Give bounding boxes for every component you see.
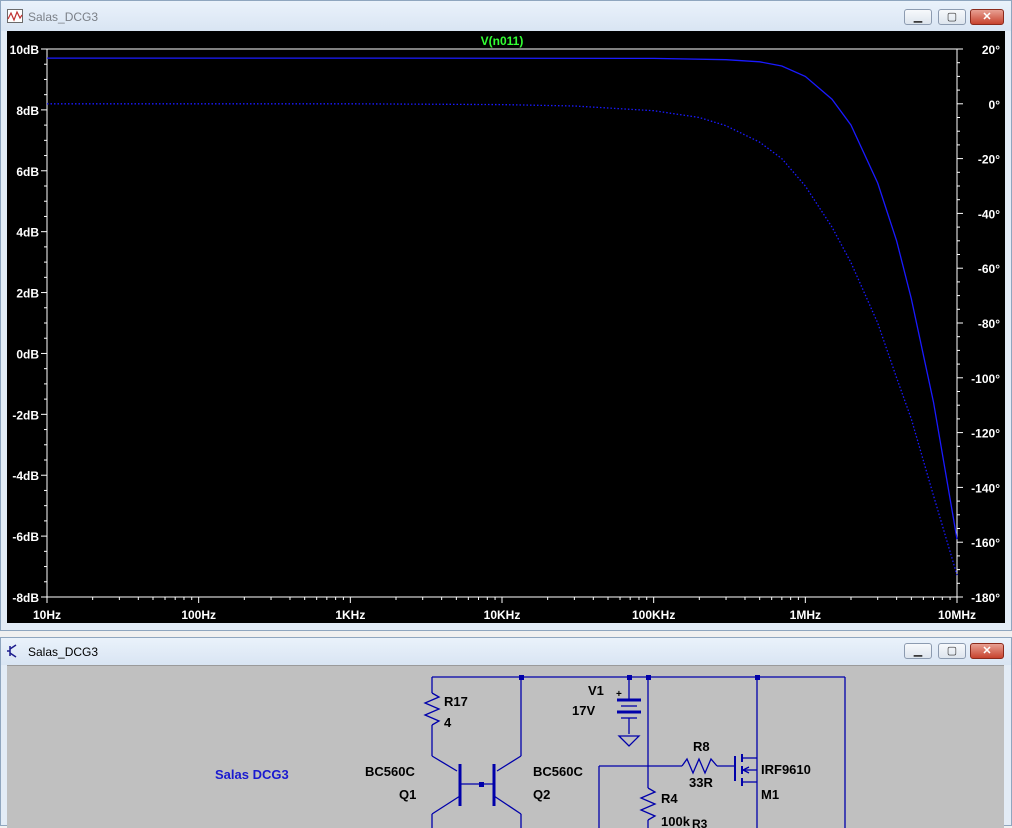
- r17-value[interactable]: 4: [444, 715, 452, 730]
- y-right-tick-label: -180°: [971, 591, 1000, 605]
- x-tick-label: 100KHz: [632, 608, 675, 622]
- phase-trace[interactable]: [47, 103, 958, 576]
- y-right-tick-label: -80°: [978, 317, 1000, 331]
- y-left-tick-label: 0dB: [16, 347, 39, 361]
- plot-titlebar[interactable]: Salas_DCG3 ▁ ▢ ✕: [1, 1, 1011, 31]
- schematic-window-title: Salas_DCG3: [28, 645, 99, 659]
- minimize-button[interactable]: ▁: [904, 643, 932, 659]
- x-tick-label: 10MHz: [938, 608, 976, 622]
- y-right-tick-label: -20°: [978, 153, 1000, 167]
- y-axis-phase: 20° 0° -20° -40° -60° -80° -100° -120° -140° -160…: [957, 43, 1000, 605]
- v1-polarity: +: [616, 689, 622, 700]
- y-right-tick-label: -100°: [971, 372, 1000, 386]
- plot-frame: [46, 48, 958, 598]
- y-left-tick-label: -6dB: [12, 530, 39, 544]
- restore-button[interactable]: ▢: [938, 9, 966, 25]
- x-axis: 10Hz 100Hz 1KHz 10KHz 100KHz 1MHz 10MHz: [33, 597, 976, 622]
- minimize-button[interactable]: ▁: [904, 9, 932, 25]
- r8-value[interactable]: 33R: [689, 775, 713, 790]
- schematic-drawing[interactable]: Salas DCG3 R17 4 V1 17V + R8 33R IRF9610…: [7, 666, 1004, 828]
- trace-label[interactable]: V(n011): [481, 34, 524, 48]
- magnitude-trace[interactable]: [47, 57, 958, 540]
- y-left-tick-label: 8dB: [16, 104, 39, 118]
- v1-ref[interactable]: V1: [588, 683, 604, 698]
- y-right-tick-label: 0°: [989, 98, 1001, 112]
- r4-ref[interactable]: R4: [661, 791, 678, 806]
- y-left-tick-label: -8dB: [12, 591, 39, 605]
- r3-ref[interactable]: R3: [692, 817, 708, 828]
- x-tick-label: 100Hz: [181, 608, 216, 622]
- x-tick-label: 10KHz: [484, 608, 521, 622]
- plot-window-title: Salas_DCG3: [28, 10, 99, 24]
- y-right-tick-label: -40°: [978, 207, 1000, 221]
- x-tick-label: 1KHz: [335, 608, 365, 622]
- bode-chart[interactable]: V(n011) 10Hz 100Hz 1KHz 10KHz 100KHz 1MHz 10MH…: [7, 31, 1005, 623]
- y-right-tick-label: -120°: [971, 427, 1000, 441]
- transistor-icon: [7, 644, 17, 658]
- m1-ref[interactable]: M1: [761, 787, 779, 802]
- q2-model[interactable]: BC560C: [533, 764, 583, 779]
- q2-ref[interactable]: Q2: [533, 787, 550, 802]
- y-axis-magnitude: 10dB 8dB 6dB 4dB 2dB 0dB -2dB -4dB -6dB -8dB: [10, 43, 47, 605]
- m1-model[interactable]: IRF9610: [761, 762, 811, 777]
- v1-value[interactable]: 17V: [572, 703, 595, 718]
- y-right-tick-label: -60°: [978, 262, 1000, 276]
- schematic-window: Salas_DCG3 ▁ ▢ ✕ Salas DCG3 R17 4 V1 17V…: [0, 637, 1012, 828]
- y-left-tick-label: 4dB: [16, 226, 39, 240]
- r8-ref[interactable]: R8: [693, 739, 710, 754]
- x-tick-label: 1MHz: [790, 608, 821, 622]
- close-button[interactable]: ✕: [970, 643, 1004, 659]
- close-button[interactable]: ✕: [970, 9, 1004, 25]
- schematic-title-label[interactable]: Salas DCG3: [215, 767, 289, 782]
- waveform-icon: [7, 9, 23, 23]
- y-right-tick-label: 20°: [982, 43, 1000, 57]
- plot-area[interactable]: V(n011) 10Hz 100Hz 1KHz 10KHz 100KHz 1MHz 10MH…: [7, 31, 1005, 623]
- schematic-canvas[interactable]: Salas DCG3 R17 4 V1 17V + R8 33R IRF9610…: [7, 665, 1004, 828]
- wires: [423, 676, 846, 828]
- plot-window: Salas_DCG3 ▁ ▢ ✕ V(n011) 10Hz 100Hz 1KHz 10…: [0, 0, 1012, 631]
- y-left-tick-label: 6dB: [16, 165, 39, 179]
- q1-model[interactable]: BC560C: [365, 764, 415, 779]
- q1-ref[interactable]: Q1: [399, 787, 416, 802]
- y-right-tick-label: -160°: [971, 536, 1000, 550]
- y-left-tick-label: -2dB: [12, 408, 39, 422]
- y-left-tick-label: -4dB: [12, 469, 39, 483]
- r17-ref[interactable]: R17: [444, 694, 468, 709]
- schematic-titlebar[interactable]: Salas_DCG3 ▁ ▢ ✕: [1, 638, 1011, 665]
- restore-button[interactable]: ▢: [938, 643, 966, 659]
- y-left-tick-label: 2dB: [16, 287, 39, 301]
- y-left-tick-label: 10dB: [10, 43, 40, 57]
- x-tick-label: 10Hz: [33, 608, 61, 622]
- y-right-tick-label: -140°: [971, 481, 1000, 495]
- traces: [47, 57, 958, 576]
